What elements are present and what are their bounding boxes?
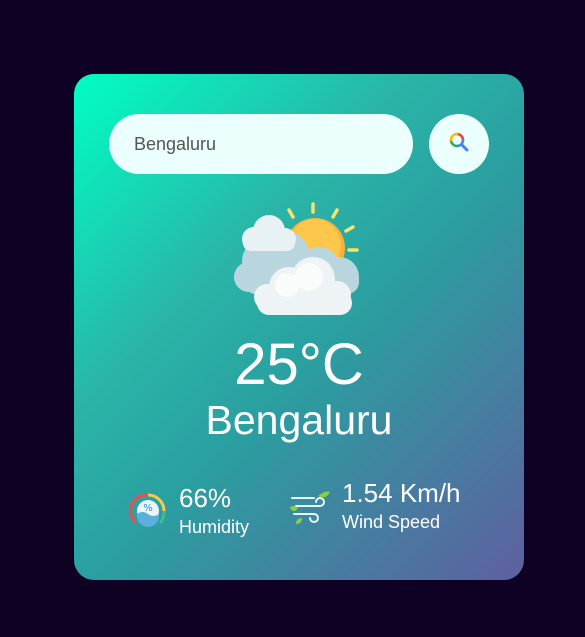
- wind-icon: [288, 484, 332, 528]
- humidity-icon: %: [127, 490, 169, 532]
- wind-value: 1.54 Km/h: [342, 478, 461, 508]
- search-input[interactable]: [109, 114, 413, 174]
- search-icon: [449, 132, 469, 157]
- humidity-value: 66%: [179, 483, 232, 513]
- city-name: Bengaluru: [205, 397, 393, 443]
- humidity-label: Humidity: [179, 516, 250, 537]
- svg-text:%: %: [143, 503, 153, 514]
- partly-cloudy-sun-icon: [229, 199, 369, 319]
- humidity-stat: % 66% Humidity: [127, 484, 249, 538]
- weather-card: 25°C Bengaluru % 66% Humidity: [74, 74, 524, 580]
- temperature: 25°C: [234, 332, 364, 397]
- wind-label: Wind Speed: [342, 511, 441, 532]
- search-button[interactable]: [429, 114, 489, 174]
- wind-stat: 1.54 Km/h Wind Speed: [288, 479, 461, 533]
